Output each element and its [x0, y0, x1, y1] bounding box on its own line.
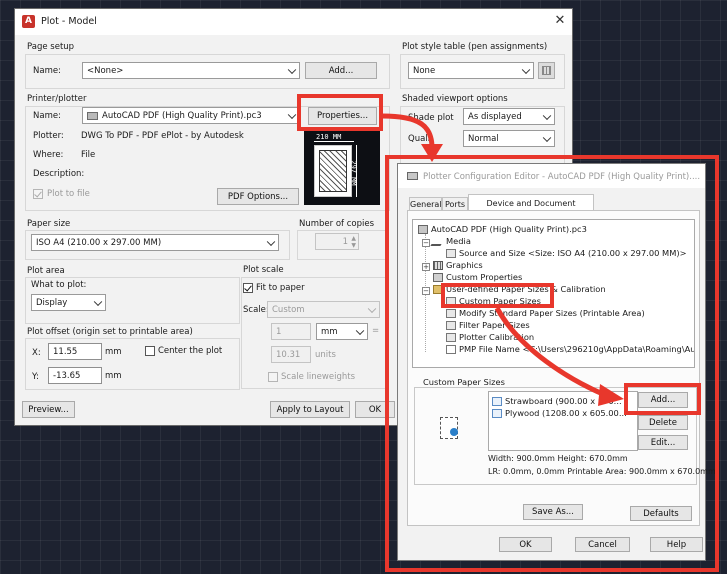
what-to-plot-select[interactable]: Display: [31, 294, 106, 311]
offset-y-label: Y:: [32, 372, 39, 382]
plotter-value: DWG To PDF - PDF ePlot - by Autodesk: [81, 131, 244, 141]
add-button-highlight: [624, 383, 701, 415]
autocad-app-icon: A: [22, 15, 35, 28]
what-to-plot-label: What to plot:: [31, 280, 87, 290]
quality-label: Quali: [408, 134, 431, 144]
center-plot-checkbox[interactable]: [145, 346, 155, 356]
scale-unit-select[interactable]: mm: [316, 323, 368, 340]
printer-name-label: Name:: [33, 111, 61, 121]
scale-units-label: units: [315, 350, 336, 360]
where-label: Where:: [33, 150, 64, 160]
plot-to-file-label: Plot to file: [47, 189, 90, 199]
scale-value2-field[interactable]: 10.31: [271, 346, 311, 363]
scale-lineweights-checkbox[interactable]: [268, 372, 278, 382]
edit-style-icon[interactable]: [538, 62, 555, 79]
shaded-viewport-label: Shaded viewport options: [402, 94, 508, 104]
preview-hatch: [319, 150, 347, 192]
quality-select[interactable]: Normal: [463, 130, 555, 147]
offset-x-label: X:: [32, 348, 41, 358]
spinner-icon[interactable]: ▲ ▼: [351, 235, 356, 249]
preview-width-line: [314, 141, 354, 142]
paper-preview: 210 MM 297 MM: [304, 129, 380, 205]
scale-label: Scale:: [243, 305, 269, 315]
apply-to-layout-button[interactable]: Apply to Layout: [270, 401, 350, 418]
offset-x-field[interactable]: 11.55: [48, 343, 102, 360]
page-setup-add-button[interactable]: Add...: [305, 62, 377, 79]
pdf-options-button[interactable]: PDF Options...: [217, 188, 299, 205]
scale-value1-field[interactable]: 1: [271, 323, 311, 340]
plot-scale-label: Plot scale: [243, 265, 284, 275]
paper-size-select[interactable]: ISO A4 (210.00 x 297.00 MM): [31, 234, 279, 251]
chevron-down-icon: [542, 133, 552, 142]
chevron-down-icon: [93, 297, 103, 306]
page-setup-name-select[interactable]: <None>: [82, 62, 300, 79]
shade-plot-select[interactable]: As displayed: [463, 108, 555, 125]
plot-offset-label: Plot offset (origin set to printable are…: [27, 327, 193, 337]
plot-style-table-label: Plot style table (pen assignments): [402, 42, 548, 52]
where-value: File: [81, 150, 96, 160]
fit-to-paper-label: Fit to paper: [256, 283, 305, 293]
plotter-label: Plotter:: [33, 131, 64, 141]
plot-title: Plot - Model: [41, 16, 97, 27]
plot-style-select[interactable]: None: [408, 62, 534, 79]
description-label: Description:: [33, 169, 85, 179]
close-icon[interactable]: ✕: [553, 14, 567, 28]
style-grid-icon: [542, 66, 551, 75]
printer-icon: [87, 111, 98, 120]
offset-y-unit: mm: [105, 371, 122, 381]
plot-area-label: Plot area: [27, 266, 65, 276]
copies-label: Number of copies: [299, 219, 375, 229]
scale-lineweights-label: Scale lineweights: [281, 372, 355, 382]
chevron-down-icon: [542, 111, 552, 120]
properties-highlight: [297, 94, 383, 131]
shade-plot-label: Shade plot: [408, 113, 454, 123]
chevron-down-icon: [367, 304, 377, 313]
fit-to-paper-checkbox[interactable]: [243, 283, 253, 293]
printer-name-select[interactable]: AutoCAD PDF (High Quality Print).pc3: [82, 107, 300, 124]
editor-highlight: [385, 155, 719, 572]
chevron-down-icon: [266, 237, 276, 246]
custom-paper-highlight: [441, 283, 554, 308]
scale-select[interactable]: Custom: [267, 301, 380, 318]
chevron-down-icon: [287, 110, 297, 119]
page-setup-label: Page setup: [27, 42, 75, 52]
plot-title-bar[interactable]: A Plot - Model ✕: [15, 9, 572, 35]
paper-size-label: Paper size: [27, 219, 71, 229]
preview-height-label: 297 MM: [349, 160, 358, 186]
preview-button[interactable]: Preview...: [22, 401, 75, 418]
center-plot-label: Center the plot: [158, 346, 223, 356]
chevron-down-icon: [355, 326, 365, 335]
chevron-down-icon: [521, 65, 531, 74]
offset-x-unit: mm: [105, 347, 122, 357]
preview-page: [314, 145, 352, 197]
scale-equals: =: [372, 326, 380, 336]
offset-y-field[interactable]: -13.65: [48, 367, 102, 384]
copies-field[interactable]: 1 ▲ ▼: [315, 233, 359, 250]
plot-to-file-checkbox[interactable]: [33, 189, 43, 199]
printer-label: Printer/plotter: [27, 94, 87, 104]
chevron-down-icon: [287, 65, 297, 74]
page-setup-name-label: Name:: [33, 66, 61, 76]
